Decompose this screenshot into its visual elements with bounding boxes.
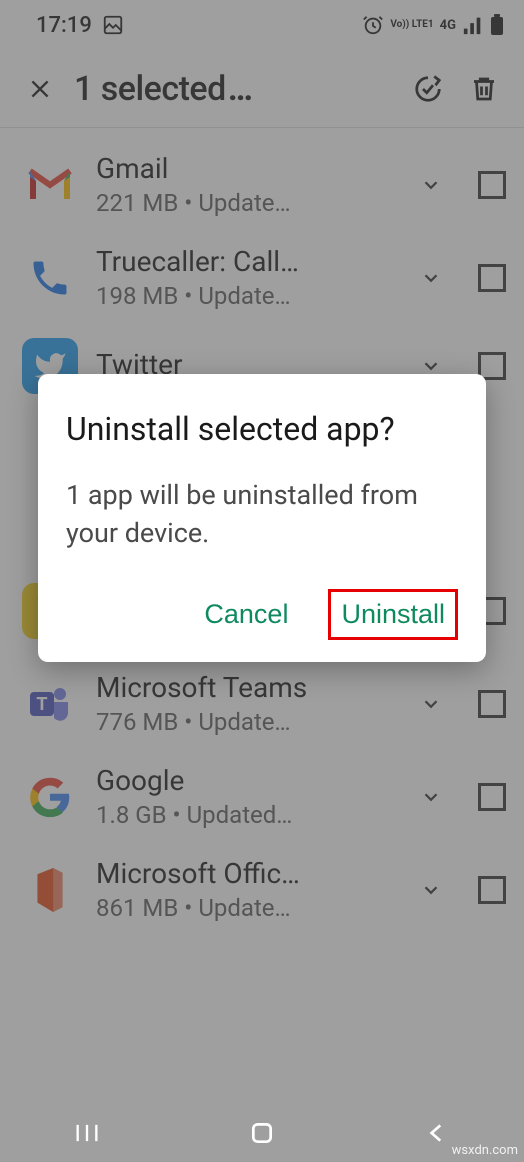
dialog-body: 1 app will be uninstalled from your devi… — [66, 477, 458, 553]
uninstall-button[interactable]: Uninstall — [328, 589, 458, 640]
nav-home-icon[interactable] — [232, 1120, 292, 1146]
nav-recents-icon[interactable] — [57, 1119, 117, 1147]
watermark: wsxdn.com — [452, 1143, 518, 1158]
dialog-title: Uninstall selected app? — [66, 408, 458, 451]
cancel-button[interactable]: Cancel — [192, 589, 300, 640]
uninstall-dialog: Uninstall selected app? 1 app will be un… — [38, 374, 486, 662]
nav-bar — [0, 1104, 524, 1162]
